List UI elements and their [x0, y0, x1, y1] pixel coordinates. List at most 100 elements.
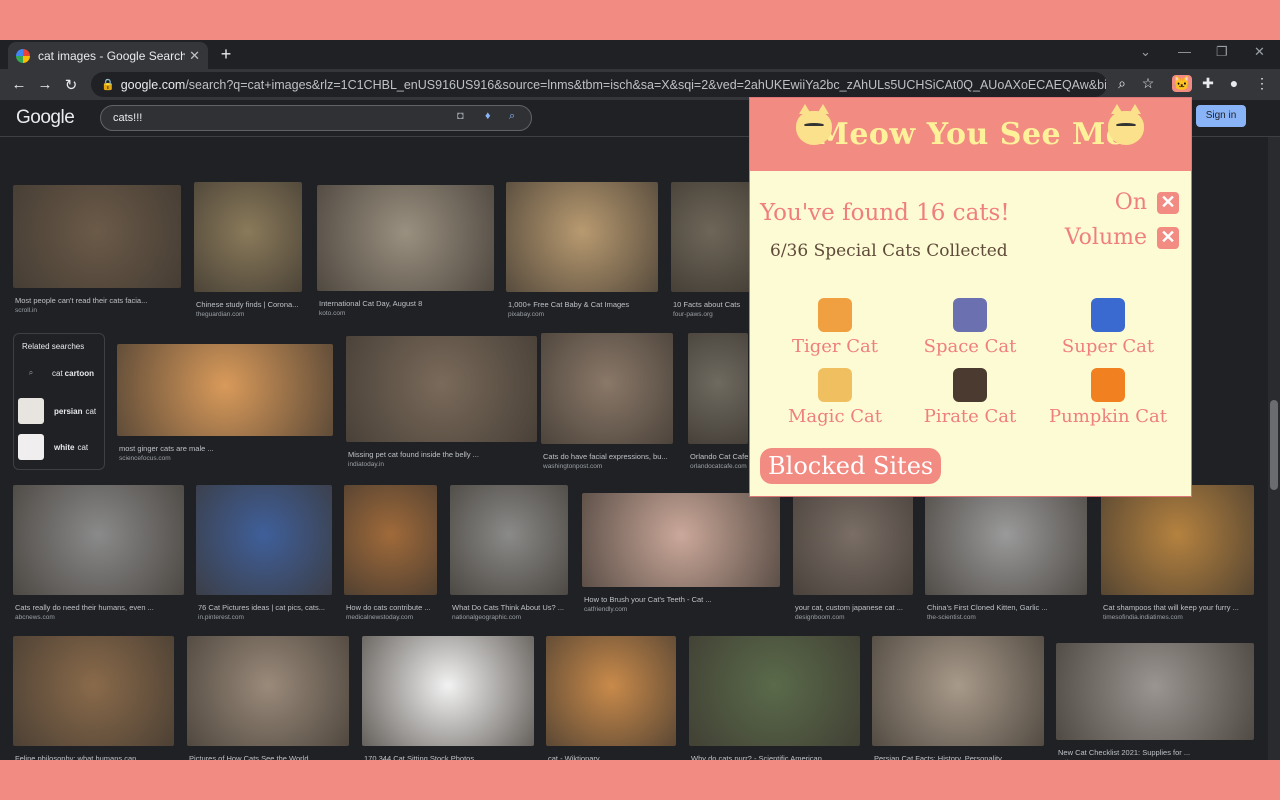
result-image[interactable]: [117, 344, 333, 436]
image-result[interactable]: Cats do have facial expressions, bu... wa…: [541, 333, 673, 470]
image-result[interactable]: How to Brush your Cat's Teeth - Cat ... c…: [582, 493, 780, 613]
result-caption[interactable]: Why do cats purr? - Scientific American: [691, 754, 862, 760]
result-image[interactable]: [194, 182, 302, 292]
result-image[interactable]: [450, 485, 568, 595]
result-caption[interactable]: Persian Cat Facts: History, Personality …: [874, 754, 1046, 760]
result-caption[interactable]: 1,000+ Free Cat Baby & Cat Images: [508, 300, 660, 309]
result-image[interactable]: [506, 182, 658, 292]
search-icon[interactable]: ⌕: [509, 110, 515, 123]
image-result[interactable]: Cat shampoos that will keep your furry .…: [1101, 485, 1254, 621]
result-image[interactable]: [541, 333, 673, 444]
image-result[interactable]: Persian Cat Facts: History, Personality …: [872, 636, 1044, 760]
forward-button[interactable]: →: [32, 76, 58, 93]
image-result[interactable]: 76 Cat Pictures ideas | cat pics, cats..…: [196, 485, 332, 621]
image-result[interactable]: Pictures of How Cats See the Worldbusine…: [187, 636, 349, 760]
result-caption[interactable]: Cats do have facial expressions, bu...: [543, 452, 675, 461]
tab-close-icon[interactable]: ✕: [189, 48, 200, 64]
result-caption[interactable]: cat - Wiktionary: [548, 754, 678, 760]
on-toggle[interactable]: On ✕: [1115, 190, 1179, 215]
result-caption[interactable]: 10 Facts about Cats: [673, 300, 753, 309]
result-image[interactable]: [362, 636, 534, 746]
result-caption[interactable]: Chinese study finds | Corona...: [196, 300, 304, 309]
microphone-icon[interactable]: ♦: [485, 110, 491, 122]
window-close-icon[interactable]: ✕: [1254, 44, 1265, 60]
related-item-cat-cartoon[interactable]: ⌕ cat cartoon: [18, 360, 104, 386]
result-caption[interactable]: Cat shampoos that will keep your furry .…: [1103, 603, 1256, 612]
result-image[interactable]: [546, 636, 676, 746]
result-image[interactable]: [187, 636, 349, 746]
profile-icon[interactable]: ●: [1224, 75, 1244, 91]
back-button[interactable]: ←: [6, 76, 32, 93]
result-image[interactable]: [872, 636, 1044, 746]
bookmark-star-icon[interactable]: ☆: [1138, 75, 1158, 92]
volume-toggle[interactable]: Volume ✕: [1065, 225, 1179, 250]
result-image[interactable]: [689, 636, 860, 746]
google-logo[interactable]: Google: [16, 107, 75, 129]
tab-search-icon[interactable]: ⌄: [1140, 44, 1151, 60]
result-caption[interactable]: How do cats contribute ...: [346, 603, 439, 612]
result-image[interactable]: [196, 485, 332, 595]
image-result[interactable]: cat - Wiktionaryen.wiktionary.org: [546, 636, 676, 760]
result-caption[interactable]: most ginger cats are male ...: [119, 444, 335, 453]
special-cat-pumpkin-cat[interactable]: Pumpkin Cat: [1043, 368, 1173, 427]
image-result[interactable]: Why do cats purr? - Scientific Americans…: [689, 636, 860, 760]
image-result[interactable]: China's First Cloned Kitten, Garlic ... t…: [925, 485, 1087, 621]
image-result[interactable]: Chinese study finds | Corona... theguardi…: [194, 182, 302, 318]
image-result[interactable]: New Cat Checklist 2021: Supplies for ...…: [1056, 643, 1254, 760]
result-image[interactable]: [688, 333, 748, 444]
result-caption[interactable]: Most people can't read their cats facia.…: [15, 296, 183, 305]
camera-icon[interactable]: ◘: [457, 110, 464, 122]
special-cat-tiger-cat[interactable]: Tiger Cat: [770, 298, 900, 357]
result-image[interactable]: [317, 185, 494, 291]
extension-cat-icon[interactable]: 🐱: [1172, 75, 1192, 92]
result-caption[interactable]: International Cat Day, August 8: [319, 299, 496, 308]
result-image[interactable]: [793, 485, 913, 595]
blocked-sites-button[interactable]: Blocked Sites: [760, 448, 942, 484]
on-checkbox[interactable]: ✕: [1157, 191, 1179, 214]
result-image[interactable]: [346, 336, 537, 442]
image-result[interactable]: your cat, custom japanese cat ... designb…: [793, 485, 913, 621]
zoom-icon[interactable]: ⌕: [1112, 75, 1132, 92]
special-cat-super-cat[interactable]: Super Cat: [1043, 298, 1173, 357]
image-result[interactable]: most ginger cats are male ... sciencefocu…: [117, 344, 333, 462]
image-result[interactable]: Orlando Cat Cafe orlandocatcafe.com: [688, 333, 748, 470]
image-result[interactable]: International Cat Day, August 8 koto.com: [317, 185, 494, 317]
result-image[interactable]: [671, 182, 751, 292]
result-caption[interactable]: Feline philosophy: what humans can ...: [15, 754, 176, 760]
menu-kebab-icon[interactable]: ⋮: [1252, 75, 1272, 92]
related-item-white-cat[interactable]: white cat: [18, 434, 104, 460]
result-image[interactable]: [582, 493, 780, 587]
result-image[interactable]: [13, 185, 181, 288]
special-cat-space-cat[interactable]: Space Cat: [905, 298, 1035, 357]
minimize-icon[interactable]: —: [1178, 44, 1191, 59]
address-bar[interactable]: 🔒 google.com /search?q=cat+images&rlz=1C…: [91, 72, 1107, 97]
result-image[interactable]: [1101, 485, 1254, 595]
image-result[interactable]: How do cats contribute ... medicalnewstod…: [344, 485, 437, 621]
result-image[interactable]: [925, 485, 1087, 595]
image-result[interactable]: Most people can't read their cats facia.…: [13, 185, 181, 314]
maximize-icon[interactable]: ❐: [1216, 44, 1228, 60]
sign-in-button[interactable]: Sign in: [1196, 105, 1246, 127]
result-image[interactable]: [13, 636, 174, 746]
result-caption[interactable]: 76 Cat Pictures ideas | cat pics, cats..…: [198, 603, 334, 612]
volume-checkbox[interactable]: ✕: [1157, 226, 1179, 249]
result-image[interactable]: [13, 485, 184, 595]
special-cat-magic-cat[interactable]: Magic Cat: [770, 368, 900, 427]
result-caption[interactable]: Cats really do need their humans, even .…: [15, 603, 186, 612]
result-caption[interactable]: Orlando Cat Cafe: [690, 452, 750, 461]
special-cat-pirate-cat[interactable]: Pirate Cat: [905, 368, 1035, 427]
result-caption[interactable]: What Do Cats Think About Us? ...: [452, 603, 570, 612]
image-result[interactable]: Missing pet cat found inside the belly .…: [346, 336, 537, 468]
image-result[interactable]: 1,000+ Free Cat Baby & Cat Images pixabay…: [506, 182, 658, 318]
image-result[interactable]: Feline philosophy: what humans can ...vo…: [13, 636, 174, 760]
search-input[interactable]: cats!!! ◘ ♦ ⌕: [100, 105, 532, 131]
image-result[interactable]: Cats really do need their humans, even .…: [13, 485, 184, 621]
result-image[interactable]: [1056, 643, 1254, 740]
related-item-persian-cat[interactable]: persian cat: [18, 398, 104, 424]
result-caption[interactable]: 170,344 Cat Sitting Stock Photos ...: [364, 754, 536, 760]
result-caption[interactable]: Pictures of How Cats See the World: [189, 754, 351, 760]
result-caption[interactable]: New Cat Checklist 2021: Supplies for ...: [1058, 748, 1256, 757]
image-result[interactable]: 10 Facts about Cats four-paws.org: [671, 182, 751, 318]
result-image[interactable]: [344, 485, 437, 595]
result-caption[interactable]: China's First Cloned Kitten, Garlic ...: [927, 603, 1089, 612]
